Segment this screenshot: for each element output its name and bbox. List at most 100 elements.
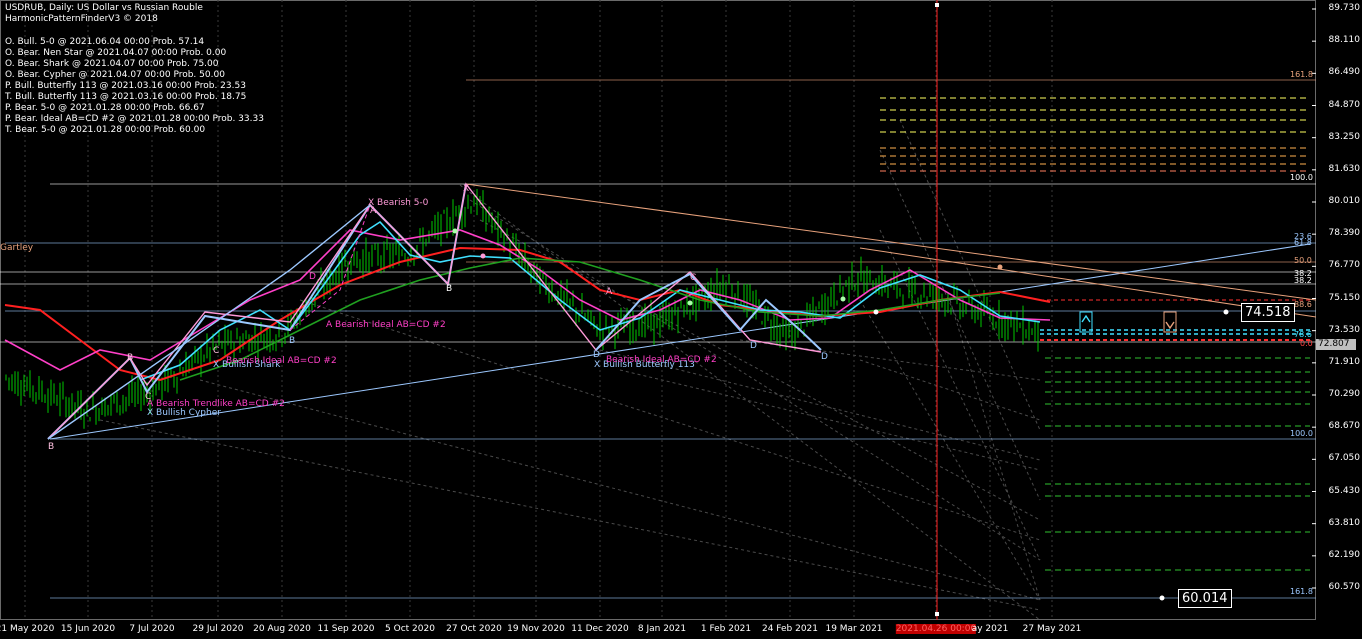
- time-tick-label: 24 Feb 2021: [761, 624, 819, 634]
- price-tick-label: 76.770: [1328, 260, 1361, 271]
- marker-dot-1: [480, 253, 486, 259]
- chart-root: USDRUB, Daily: US Dollar vs Russian Roub…: [0, 0, 1362, 639]
- point-label-c2: C: [213, 346, 220, 356]
- fib-label-500: 50.0: [1294, 256, 1312, 265]
- fib-label-618: 61.8: [1294, 238, 1312, 247]
- arrow-down-icon: [1165, 321, 1175, 330]
- price-axis[interactable]: 89.730 88.110 86.490 84.870 83.250 81.630 80.0…: [1316, 0, 1362, 620]
- price-tick-label: 73.530: [1328, 324, 1361, 335]
- projection-line-1: [469, 199, 1041, 561]
- pattern-list-item: P. Bull. Butterfly 113 @ 2021.03.16 00:0…: [5, 81, 246, 91]
- price-tick-label: 84.870: [1328, 99, 1361, 110]
- time-tick-label: 11 Sep 2020: [317, 624, 375, 634]
- price-tick-label: 70.290: [1328, 389, 1361, 399]
- point-label-c1: C: [145, 392, 152, 402]
- price-tick-label: 80.010: [1328, 196, 1361, 206]
- projection-line-14: [949, 299, 1041, 601]
- time-tick-label: ay 2021: [971, 624, 1009, 634]
- pattern-list-item: O. Bear. Shark @ 2021.04.07 00:00 Prob. …: [5, 59, 219, 69]
- fib-label-0: 0.0: [1300, 339, 1313, 348]
- time-tick-label: 11 Dec 2020: [571, 624, 629, 634]
- price-tick-label: 60.570: [1328, 582, 1361, 592]
- pattern-list-item: T. Bull. Butterfly 113 @ 2021.03.16 00:0…: [5, 92, 247, 102]
- marker-dot-5: [997, 264, 1003, 270]
- point-label-a1: A: [370, 206, 377, 216]
- pattern-list-item: P. Bear. Ideal AB=CD #2 @ 2021.01.28 00:…: [5, 114, 264, 124]
- point-label-b2: B: [127, 353, 134, 363]
- time-tick-label: 8 Jan 2021: [637, 624, 687, 634]
- time-tick-label: 19 Nov 2020: [507, 624, 565, 634]
- time-tick-label: 2021.04.26 00:00: [895, 624, 977, 634]
- time-tick-label: 19 Mar 2021: [825, 624, 883, 634]
- fib-label-top-1618: 161.8: [1290, 70, 1313, 79]
- annotation-bearish-ideal-abcd-3: Bearish Ideal AB=CD #2: [606, 355, 717, 365]
- marker-dot-0: [452, 228, 458, 234]
- price-tick-label: 63.810: [1328, 517, 1361, 528]
- time-tick-label: 27 May 2021: [1022, 624, 1082, 634]
- point-label-d4: D: [821, 352, 828, 362]
- marker-dot-2: [687, 300, 693, 306]
- point-label-c3: C: [690, 273, 697, 283]
- marker-dot-4: [873, 309, 879, 315]
- price-tick-label: 68.670: [1328, 421, 1361, 432]
- point-label-d2: D: [593, 350, 600, 360]
- price-tick-label: 88.110: [1328, 35, 1361, 46]
- projection-line-4: [299, 299, 1041, 541]
- pattern-list-item: O. Bull. 5-0 @ 2021.06.04 00:00 Prob. 57…: [5, 37, 205, 47]
- annotation-bearish-50: X Bearish 5-0: [368, 198, 429, 208]
- annotation-bearish-ideal-abcd-2: Bearish Ideal AB=CD #2: [226, 356, 337, 366]
- price-tick-label: 67.050: [1328, 453, 1361, 464]
- point-label-b4: B: [446, 284, 453, 294]
- marker-dot-3: [840, 296, 846, 302]
- vline-handle-bottom: [935, 612, 939, 616]
- projection-line-13: [859, 359, 1041, 421]
- annotation-bullish-cypher: X Bullish Cypher: [147, 408, 221, 418]
- annotation-gartley: Gartley: [0, 243, 34, 253]
- projection-line-11: [619, 369, 1041, 471]
- point-label-d3: D: [750, 341, 757, 351]
- price-tick-label: 75.150: [1328, 292, 1361, 303]
- marker-dot-6: [1223, 309, 1229, 315]
- time-tick-label: 27 Oct 2020: [446, 624, 502, 634]
- projection-line-5: [199, 379, 1041, 601]
- time-axis[interactable]: 21 May 2020 15 Jun 2020 7 Jul 2020 29 Jul 2…: [0, 620, 1316, 639]
- marker-dot-7: [1159, 595, 1165, 601]
- price-box-lower: 60.014: [1178, 589, 1232, 608]
- price-tick-label: 78.390: [1328, 228, 1361, 239]
- projection-line-8: [859, 299, 1041, 601]
- time-tick-label: 15 Jun 2020: [60, 624, 116, 634]
- pattern-list-item: T. Bear. 5-0 @ 2021.01.28 00:00 Prob. 60…: [5, 125, 206, 135]
- fib-label-382b: 38.2: [1294, 276, 1312, 285]
- time-tick-label: 7 Jul 2020: [129, 624, 175, 634]
- time-tick-label: 21 May 2020: [0, 624, 55, 634]
- chart-title: USDRUB, Daily: US Dollar vs Russian Roub…: [5, 3, 203, 13]
- price-tick-label: 62.190: [1328, 549, 1361, 560]
- price-tick-label: 81.630: [1328, 163, 1361, 174]
- point-label-a2: A: [606, 287, 613, 297]
- indicator-name: HarmonicPatternFinderV3 © 2018: [5, 14, 158, 24]
- price-tick-label: 83.250: [1328, 131, 1361, 142]
- fib-label-886: 88.6: [1294, 300, 1312, 309]
- current-price-label: 72.807: [1316, 339, 1356, 350]
- time-tick-label: 29 Jul 2020: [192, 624, 244, 634]
- fib-label-bot-100: 100.0: [1290, 429, 1313, 438]
- time-tick-label: 20 Aug 2020: [253, 624, 311, 634]
- projection-line-10: [99, 419, 1041, 611]
- price-tick-label: 71.910: [1328, 356, 1361, 367]
- point-label-x1: X: [463, 184, 470, 194]
- fib-label-bot-1618: 161.8: [1290, 587, 1313, 596]
- price-tick-label: 89.730: [1328, 3, 1361, 13]
- pattern-list-item: P. Bear. 5-0 @ 2021.01.28 00:00 Prob. 66…: [5, 103, 205, 113]
- point-label-b3: B: [289, 336, 296, 346]
- vline-handle-top: [935, 3, 939, 7]
- time-tick-label: 5 Oct 2020: [385, 624, 435, 634]
- price-tick-label: 65.430: [1328, 485, 1361, 496]
- price-tick-label: 86.490: [1328, 67, 1361, 78]
- point-label-d1: D: [309, 272, 316, 282]
- fib-label-top-100: 100.0: [1290, 173, 1313, 182]
- point-label-b1: B: [48, 442, 55, 452]
- price-box-upper: 74.518: [1241, 303, 1295, 322]
- time-tick-label: 1 Feb 2021: [700, 624, 752, 634]
- annotation-bearish-ideal-abcd: A Bearish Ideal AB=CD #2: [326, 320, 446, 330]
- moving-average-magenta: [4, 229, 1051, 371]
